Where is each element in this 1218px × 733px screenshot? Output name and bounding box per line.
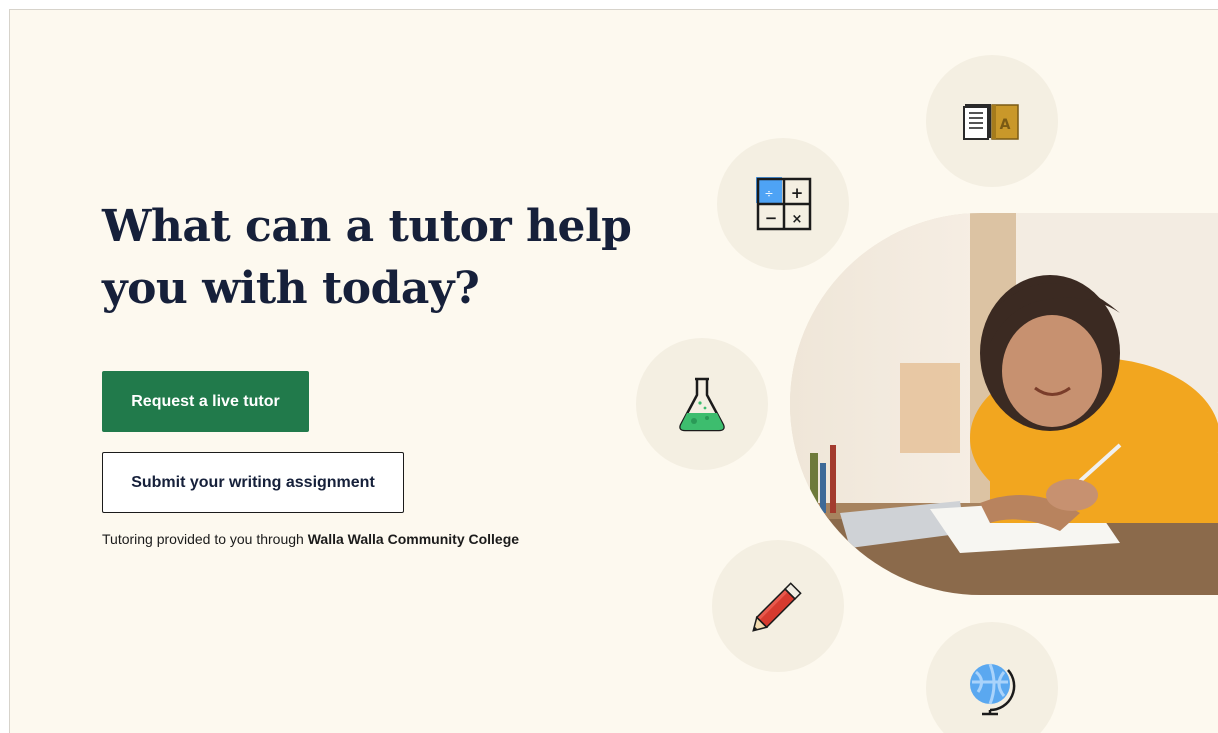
flask-icon bbox=[679, 377, 725, 432]
page-title: What can a tutor help you with today? bbox=[102, 201, 632, 314]
writing-subject-circle[interactable] bbox=[712, 540, 844, 672]
svg-text:÷: ÷ bbox=[764, 187, 773, 200]
geography-subject-circle[interactable] bbox=[926, 622, 1058, 733]
books-icon: A bbox=[963, 104, 1019, 140]
svg-text:+: + bbox=[791, 184, 804, 202]
globe-icon bbox=[970, 663, 1016, 716]
svg-text:−: − bbox=[765, 209, 778, 227]
svg-text:×: × bbox=[792, 212, 803, 227]
provider-note: Tutoring provided to you through Walla W… bbox=[102, 531, 519, 547]
request-live-tutor-button[interactable]: Request a live tutor bbox=[102, 371, 309, 432]
student-photo-illustration bbox=[790, 213, 1218, 595]
calculator-icon: ÷ + − × bbox=[756, 177, 812, 231]
submit-writing-assignment-button[interactable]: Submit your writing assignment bbox=[102, 452, 404, 513]
pencil-icon bbox=[752, 582, 802, 632]
math-subject-circle[interactable]: ÷ + − × bbox=[717, 138, 849, 270]
institution-name: Walla Walla Community College bbox=[307, 531, 520, 547]
science-subject-circle[interactable] bbox=[636, 338, 768, 470]
svg-text:A: A bbox=[1000, 117, 1011, 133]
provider-note-prefix: Tutoring provided to you through bbox=[102, 531, 308, 547]
books-subject-circle[interactable]: A bbox=[926, 55, 1058, 187]
student-photo bbox=[790, 213, 1218, 595]
tutor-landing-page: What can a tutor help you with today? Re… bbox=[9, 9, 1218, 733]
